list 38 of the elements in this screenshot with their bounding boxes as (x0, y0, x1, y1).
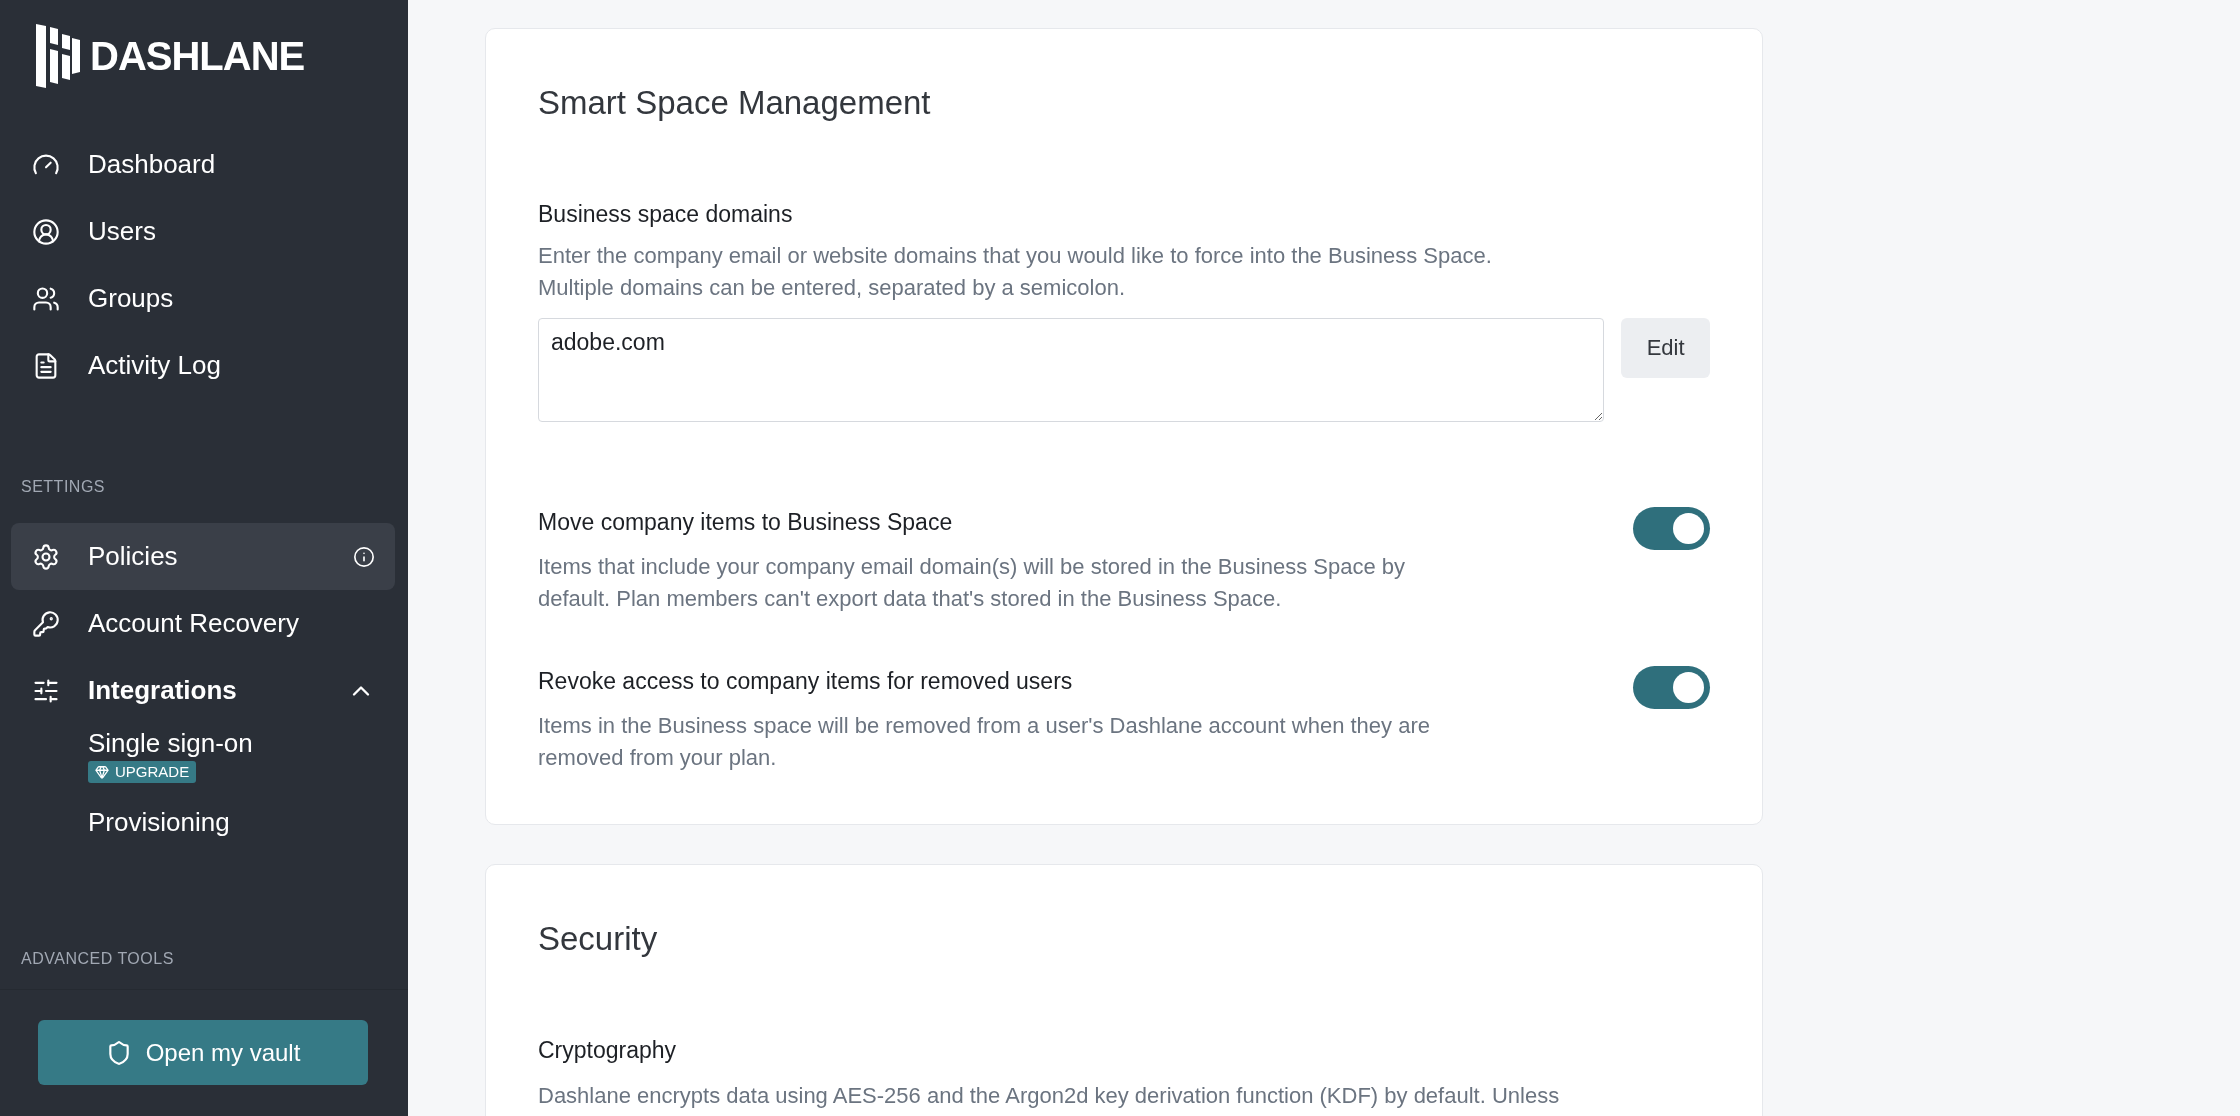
section-description: Items in the Business space will be removed from a user's Dashlane account when they are removed from your plan. (538, 712, 1431, 772)
nav-subitem[interactable]: Single sign-on UPGRADE (11, 727, 395, 783)
toggle-switch[interactable] (1633, 507, 1710, 550)
card-title: Security (538, 919, 659, 959)
nav-item[interactable]: Integrations (11, 657, 395, 724)
section-label: SETTINGS (20, 479, 106, 495)
nav-subitem-label: Provisioning (88, 806, 230, 838)
users-icon (32, 284, 60, 313)
nav-subitem[interactable]: Provisioning (11, 806, 395, 838)
nav-item[interactable]: Activity Log (11, 332, 395, 399)
section-description: Items that include your company email domain(s) will be stored in the Business Space by default. Plan members can't export data that's stored in the Business Space. (538, 553, 1406, 613)
section-title: Revoke access to company items for removed users (538, 667, 1074, 696)
section-description: Enter the company email or website domains that you would like to force into the Business Space. Multiple domains can be entered, separated by a semicolon. (538, 242, 1493, 302)
nav-item[interactable]: Users (11, 198, 395, 265)
logo-text: DASHLANE (90, 33, 305, 80)
section-title: Move company items to Business Space (538, 508, 954, 537)
open-vault-button[interactable]: Open my vault (38, 1020, 368, 1085)
nav-item[interactable]: Groups (11, 265, 395, 332)
logo-icon (36, 24, 80, 88)
nav-item[interactable]: Account Recovery (11, 590, 395, 657)
section-description: Dashlane encrypts data using AES-256 and the Argon2d key derivation function (KDF) by default. Unless (538, 1082, 1561, 1110)
domains-field[interactable]: adobe.com (538, 318, 1605, 422)
nav-subitem-label: Single sign-on (88, 727, 253, 759)
toggle-switch[interactable] (1633, 666, 1710, 709)
nav-item[interactable]: Policies (11, 523, 395, 590)
upgrade-badge: UPGRADE (88, 761, 197, 783)
section-title: Business space domains (538, 200, 794, 229)
section-title: Cryptography (538, 1036, 678, 1065)
gem-icon (95, 765, 109, 779)
settings-icon (32, 542, 60, 571)
key-icon (32, 609, 60, 638)
info-icon[interactable] (353, 545, 375, 568)
nav-item[interactable]: Dashboard (11, 131, 395, 198)
sliders-icon (32, 676, 60, 705)
edit-button[interactable]: Edit (1621, 318, 1710, 378)
card-title: Smart Space Management (538, 83, 932, 123)
user-circle-icon (32, 217, 60, 246)
section-label: ADVANCED TOOLS (20, 951, 175, 967)
